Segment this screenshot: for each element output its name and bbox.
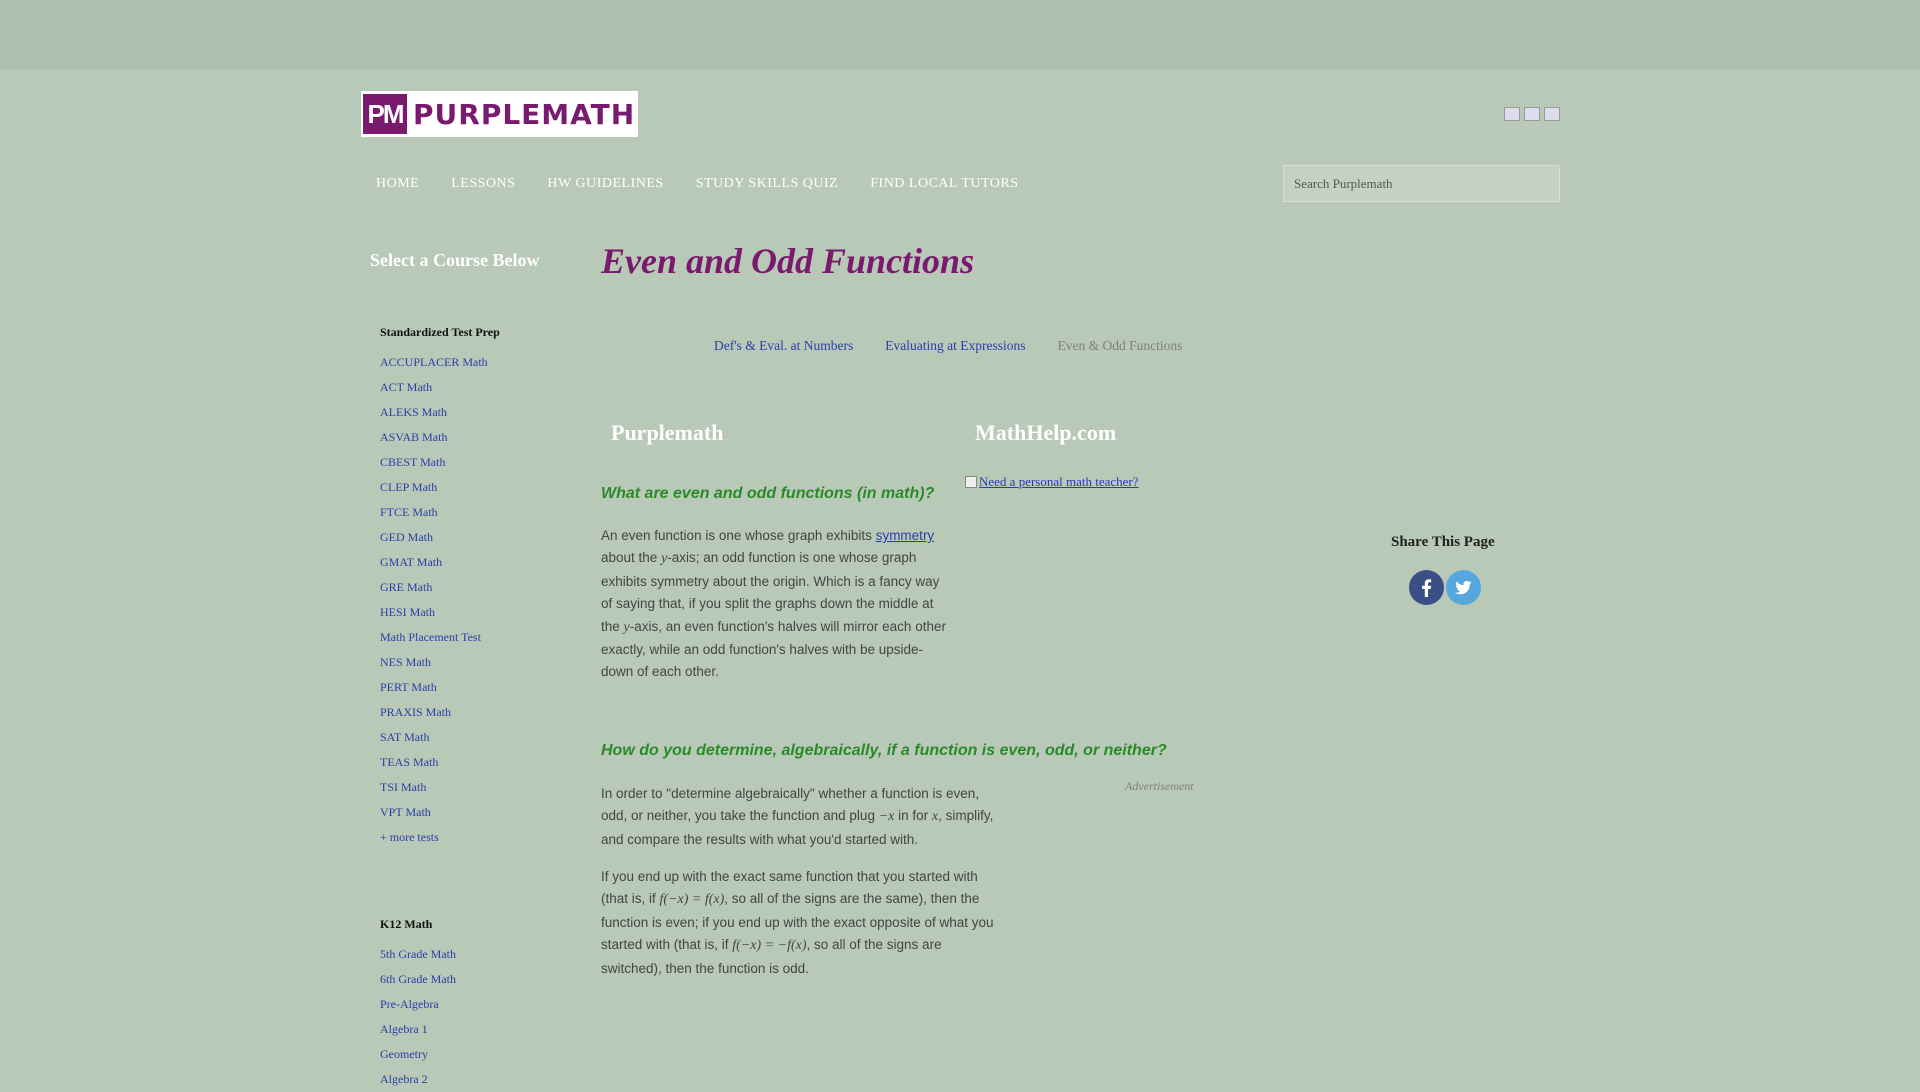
sidebar-heading: K12 Math bbox=[380, 917, 433, 931]
brand-purplemath: Purplemath bbox=[611, 420, 724, 445]
twitter-share-button[interactable] bbox=[1446, 570, 1481, 605]
sidebar-link[interactable]: Algebra 1 bbox=[380, 1017, 456, 1042]
sidebar-link[interactable]: PERT Math bbox=[380, 675, 500, 700]
twitter-icon bbox=[1455, 580, 1472, 595]
sidebar-title: Select a Course Below bbox=[370, 250, 540, 270]
sidebar-link[interactable]: TEAS Math bbox=[380, 750, 500, 775]
math-expr: f(−x) = f(x) bbox=[659, 892, 725, 908]
sidebar-link[interactable]: HESI Math bbox=[380, 600, 500, 625]
flag-icon[interactable] bbox=[1504, 107, 1520, 121]
sidebar-link[interactable]: ALEKS Math bbox=[380, 400, 500, 425]
top-banner bbox=[0, 0, 1920, 70]
breadcrumb-link[interactable]: Def's & Eval. at Numbers bbox=[714, 338, 853, 354]
sidebar-link[interactable]: TSI Math bbox=[380, 775, 500, 800]
paragraph: In order to "determine algebraically" wh… bbox=[601, 783, 1006, 851]
text: -axis, an even function's halves will mi… bbox=[601, 618, 946, 680]
logo-text: PURPLEMATH bbox=[413, 97, 636, 131]
sidebar-link[interactable]: SAT Math bbox=[380, 725, 500, 750]
math-expr: −x bbox=[878, 809, 895, 825]
breadcrumb: Def's & Eval. at Numbers Evaluating at E… bbox=[714, 338, 1182, 354]
sidebar-link[interactable]: FTCE Math bbox=[380, 500, 500, 525]
text: in for bbox=[894, 808, 932, 824]
sidebar-test-prep: Standardized Test Prep ACCUPLACER Math A… bbox=[380, 325, 500, 850]
breadcrumb-current: Even & Odd Functions bbox=[1057, 338, 1183, 353]
text: An even function is one whose graph exhi… bbox=[601, 528, 876, 543]
sidebar-link[interactable]: GMAT Math bbox=[380, 550, 500, 575]
nav-lessons[interactable]: LESSONS bbox=[435, 170, 531, 198]
brand-mathhelp: MathHelp.com bbox=[975, 420, 1117, 445]
sidebar-link[interactable]: 6th Grade Math bbox=[380, 967, 456, 992]
search-input[interactable] bbox=[1283, 165, 1560, 202]
breadcrumb-link[interactable]: Evaluating at Expressions bbox=[885, 338, 1025, 354]
sidebar-link[interactable]: CBEST Math bbox=[380, 450, 500, 475]
text: about the bbox=[601, 550, 662, 566]
sidebar-link[interactable]: VPT Math bbox=[380, 800, 500, 825]
sidebar-link[interactable]: CLEP Math bbox=[380, 475, 500, 500]
sidebar-link[interactable]: Math Placement Test bbox=[380, 625, 500, 650]
main-nav: HOME LESSONS HW GUIDELINES STUDY SKILLS … bbox=[361, 170, 1035, 198]
question-heading: How do you determine, algebraically, if … bbox=[601, 742, 1167, 759]
symmetry-link[interactable]: symmetry bbox=[876, 528, 935, 543]
facebook-share-button[interactable] bbox=[1409, 570, 1444, 605]
paragraph: An even function is one whose graph exhi… bbox=[601, 525, 946, 684]
nav-find-local-tutors[interactable]: FIND LOCAL TUTORS bbox=[854, 170, 1034, 198]
share-title: Share This Page bbox=[1391, 534, 1495, 550]
sidebar-link[interactable]: GRE Math bbox=[380, 575, 500, 600]
sidebar-link-more-tests[interactable]: + more tests bbox=[380, 825, 500, 850]
sidebar-link[interactable]: NES Math bbox=[380, 650, 500, 675]
nav-home[interactable]: HOME bbox=[361, 170, 435, 198]
sidebar-link[interactable]: GED Math bbox=[380, 525, 500, 550]
flag-icon[interactable] bbox=[1524, 107, 1540, 121]
logo-mark: PM bbox=[363, 94, 407, 134]
advertisement-label: Advertisement bbox=[1125, 779, 1194, 793]
facebook-icon bbox=[1422, 579, 1432, 597]
nav-hw-guidelines[interactable]: HW GUIDELINES bbox=[531, 170, 679, 198]
sidebar-heading: Standardized Test Prep bbox=[380, 325, 500, 339]
math-expr: f(−x) = −f(x) bbox=[732, 938, 807, 954]
sidebar-k12: K12 Math 5th Grade Math 6th Grade Math P… bbox=[380, 917, 456, 1092]
sidebar-link[interactable]: ASVAB Math bbox=[380, 425, 500, 450]
paragraph: If you end up with the exact same functi… bbox=[601, 866, 1006, 980]
sidebar-link[interactable]: 5th Grade Math bbox=[380, 942, 456, 967]
mathhelp-ad[interactable]: Need a personal math teacher? bbox=[965, 474, 1139, 490]
language-flags bbox=[1504, 107, 1560, 121]
sidebar-link[interactable]: Pre-Algebra bbox=[380, 992, 456, 1017]
sidebar-link[interactable]: PRAXIS Math bbox=[380, 700, 500, 725]
sidebar-link[interactable]: ACT Math bbox=[380, 375, 500, 400]
ad-link[interactable]: Need a personal math teacher? bbox=[979, 474, 1139, 490]
flag-icon[interactable] bbox=[1544, 107, 1560, 121]
nav-study-skills-quiz[interactable]: STUDY SKILLS QUIZ bbox=[680, 170, 855, 198]
sidebar-link[interactable]: ACCUPLACER Math bbox=[380, 350, 500, 375]
question-heading: What are even and odd functions (in math… bbox=[601, 485, 935, 502]
page-title: Even and Odd Functions bbox=[601, 241, 975, 281]
sidebar-link[interactable]: Geometry bbox=[380, 1042, 456, 1067]
purplemath-logo[interactable]: PM PURPLEMATH bbox=[361, 91, 638, 137]
broken-image-icon bbox=[965, 476, 977, 488]
